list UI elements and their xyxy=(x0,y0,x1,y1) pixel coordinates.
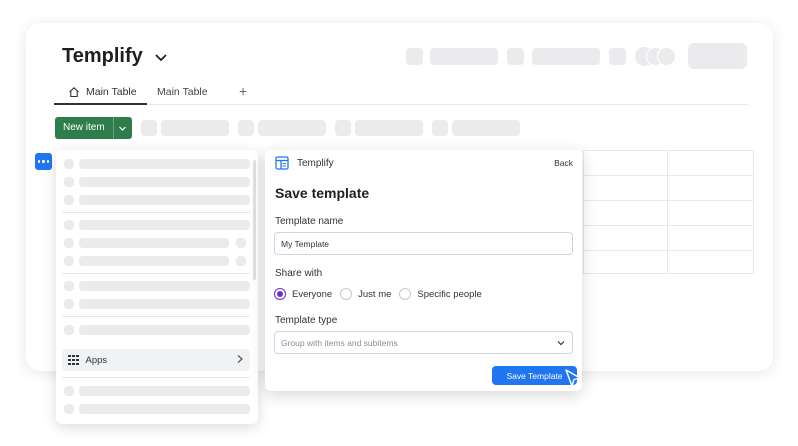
tab-label: Main Table xyxy=(157,86,208,98)
header-placeholder xyxy=(532,48,600,65)
new-item-button[interactable]: New item xyxy=(55,117,113,139)
save-template-dialog: Templify Back Save template Template nam… xyxy=(265,150,582,391)
radio-icon[interactable] xyxy=(399,288,412,300)
back-button[interactable]: Back xyxy=(554,158,573,168)
menu-item-placeholder xyxy=(79,256,229,266)
menu-icon-placeholder xyxy=(236,238,246,248)
menu-separator xyxy=(62,273,250,274)
tab-main-table-2[interactable]: Main Table xyxy=(157,86,208,98)
header-button-placeholder xyxy=(688,43,747,69)
menu-item-label: Apps xyxy=(85,354,108,366)
menu-icon-placeholder xyxy=(236,256,246,266)
menu-icon-placeholder xyxy=(64,256,74,266)
menu-icon-placeholder xyxy=(64,386,74,396)
menu-icon-placeholder xyxy=(64,220,74,230)
item-actions-menu: Apps xyxy=(56,150,258,424)
board-title-text: Templify xyxy=(62,45,143,67)
menu-icon-placeholder xyxy=(64,325,74,335)
menu-item-placeholder xyxy=(79,159,250,169)
header-placeholder xyxy=(406,48,423,65)
menu-item-apps[interactable]: Apps xyxy=(62,349,250,371)
menu-item-placeholder xyxy=(79,195,250,205)
share-with-label: Share with xyxy=(275,268,323,279)
menu-item-placeholder xyxy=(79,177,250,187)
radio-label: Everyone xyxy=(292,288,333,300)
toolbar-placeholder xyxy=(161,120,229,136)
radio-label: Specific people xyxy=(417,288,482,300)
toolbar-placeholder xyxy=(452,120,520,136)
chevron-down-icon[interactable] xyxy=(153,49,169,65)
table-row[interactable] xyxy=(584,201,753,226)
chevron-right-icon xyxy=(236,354,244,367)
menu-icon-placeholder xyxy=(64,159,74,169)
radio-label: Just me xyxy=(358,288,392,300)
share-with-radio-group: Everyone Just me Specific people xyxy=(274,288,490,300)
add-view-button[interactable]: + xyxy=(239,84,247,98)
template-name-value: My Template xyxy=(281,238,330,249)
new-item-dropdown-button[interactable] xyxy=(112,117,132,139)
header-placeholder xyxy=(430,48,498,65)
home-icon xyxy=(69,87,79,98)
dialog-app-name: Templify xyxy=(297,157,334,169)
share-option-everyone[interactable]: Everyone xyxy=(274,288,332,300)
template-type-label: Template type xyxy=(275,315,338,326)
menu-separator xyxy=(62,212,250,213)
radio-icon[interactable] xyxy=(340,288,353,300)
menu-icon-placeholder xyxy=(64,177,74,187)
dot xyxy=(46,160,50,163)
menu-separator xyxy=(62,377,250,378)
radio-selected-icon[interactable] xyxy=(274,288,286,300)
template-name-input[interactable]: My Template xyxy=(274,232,573,255)
templify-logo-icon xyxy=(275,156,289,170)
menu-item-placeholder xyxy=(79,404,250,414)
menu-separator xyxy=(62,316,250,317)
dialog-header: Templify xyxy=(275,156,334,170)
share-option-specific-people[interactable]: Specific people xyxy=(399,288,482,300)
more-actions-button[interactable] xyxy=(35,153,52,170)
toolbar-placeholder xyxy=(335,120,351,136)
header-placeholder xyxy=(507,48,524,65)
toolbar-placeholder xyxy=(238,120,254,136)
header-placeholder xyxy=(609,48,626,65)
menu-item-placeholder xyxy=(79,238,229,248)
dot xyxy=(37,160,41,163)
avatar-placeholder xyxy=(657,47,676,66)
table-row[interactable] xyxy=(584,226,753,251)
dot xyxy=(42,160,45,163)
template-type-select[interactable]: Group with items and subitems xyxy=(274,331,573,354)
tab-main-table[interactable]: Main Table xyxy=(54,86,147,105)
chevron-down-icon xyxy=(557,340,565,345)
board-title[interactable]: Templify xyxy=(62,45,169,68)
table-row[interactable] xyxy=(584,251,753,276)
menu-item-placeholder xyxy=(79,325,250,335)
menu-item-placeholder xyxy=(79,220,250,230)
menu-scrollbar[interactable] xyxy=(253,160,256,280)
template-type-value: Group with items and subitems xyxy=(281,337,398,348)
toolbar-placeholder xyxy=(141,120,157,136)
menu-item-placeholder xyxy=(79,299,250,309)
menu-icon-placeholder xyxy=(64,238,74,248)
new-item-button-group: New item xyxy=(55,117,132,139)
table-row[interactable] xyxy=(584,151,753,176)
template-name-label: Template name xyxy=(275,216,344,227)
toolbar-placeholder xyxy=(355,120,423,136)
toolbar-placeholder xyxy=(432,120,448,136)
menu-icon-placeholder xyxy=(64,404,74,414)
toolbar-placeholder xyxy=(258,120,326,136)
menu-item-placeholder xyxy=(79,386,250,396)
table-grid xyxy=(583,150,754,274)
menu-icon-placeholder xyxy=(64,281,74,291)
mouse-pointer-icon xyxy=(565,369,581,387)
view-tabs: Main Table Main Table + xyxy=(54,83,748,105)
dialog-title: Save template xyxy=(275,185,370,201)
tab-label: Main Table xyxy=(86,86,137,98)
chevron-down-icon xyxy=(119,126,127,131)
table-row[interactable] xyxy=(584,176,753,201)
share-option-just-me[interactable]: Just me xyxy=(340,288,391,300)
menu-icon-placeholder xyxy=(64,299,74,309)
menu-item-placeholder xyxy=(79,281,250,291)
apps-grid-icon xyxy=(68,354,79,366)
menu-icon-placeholder xyxy=(64,195,74,205)
